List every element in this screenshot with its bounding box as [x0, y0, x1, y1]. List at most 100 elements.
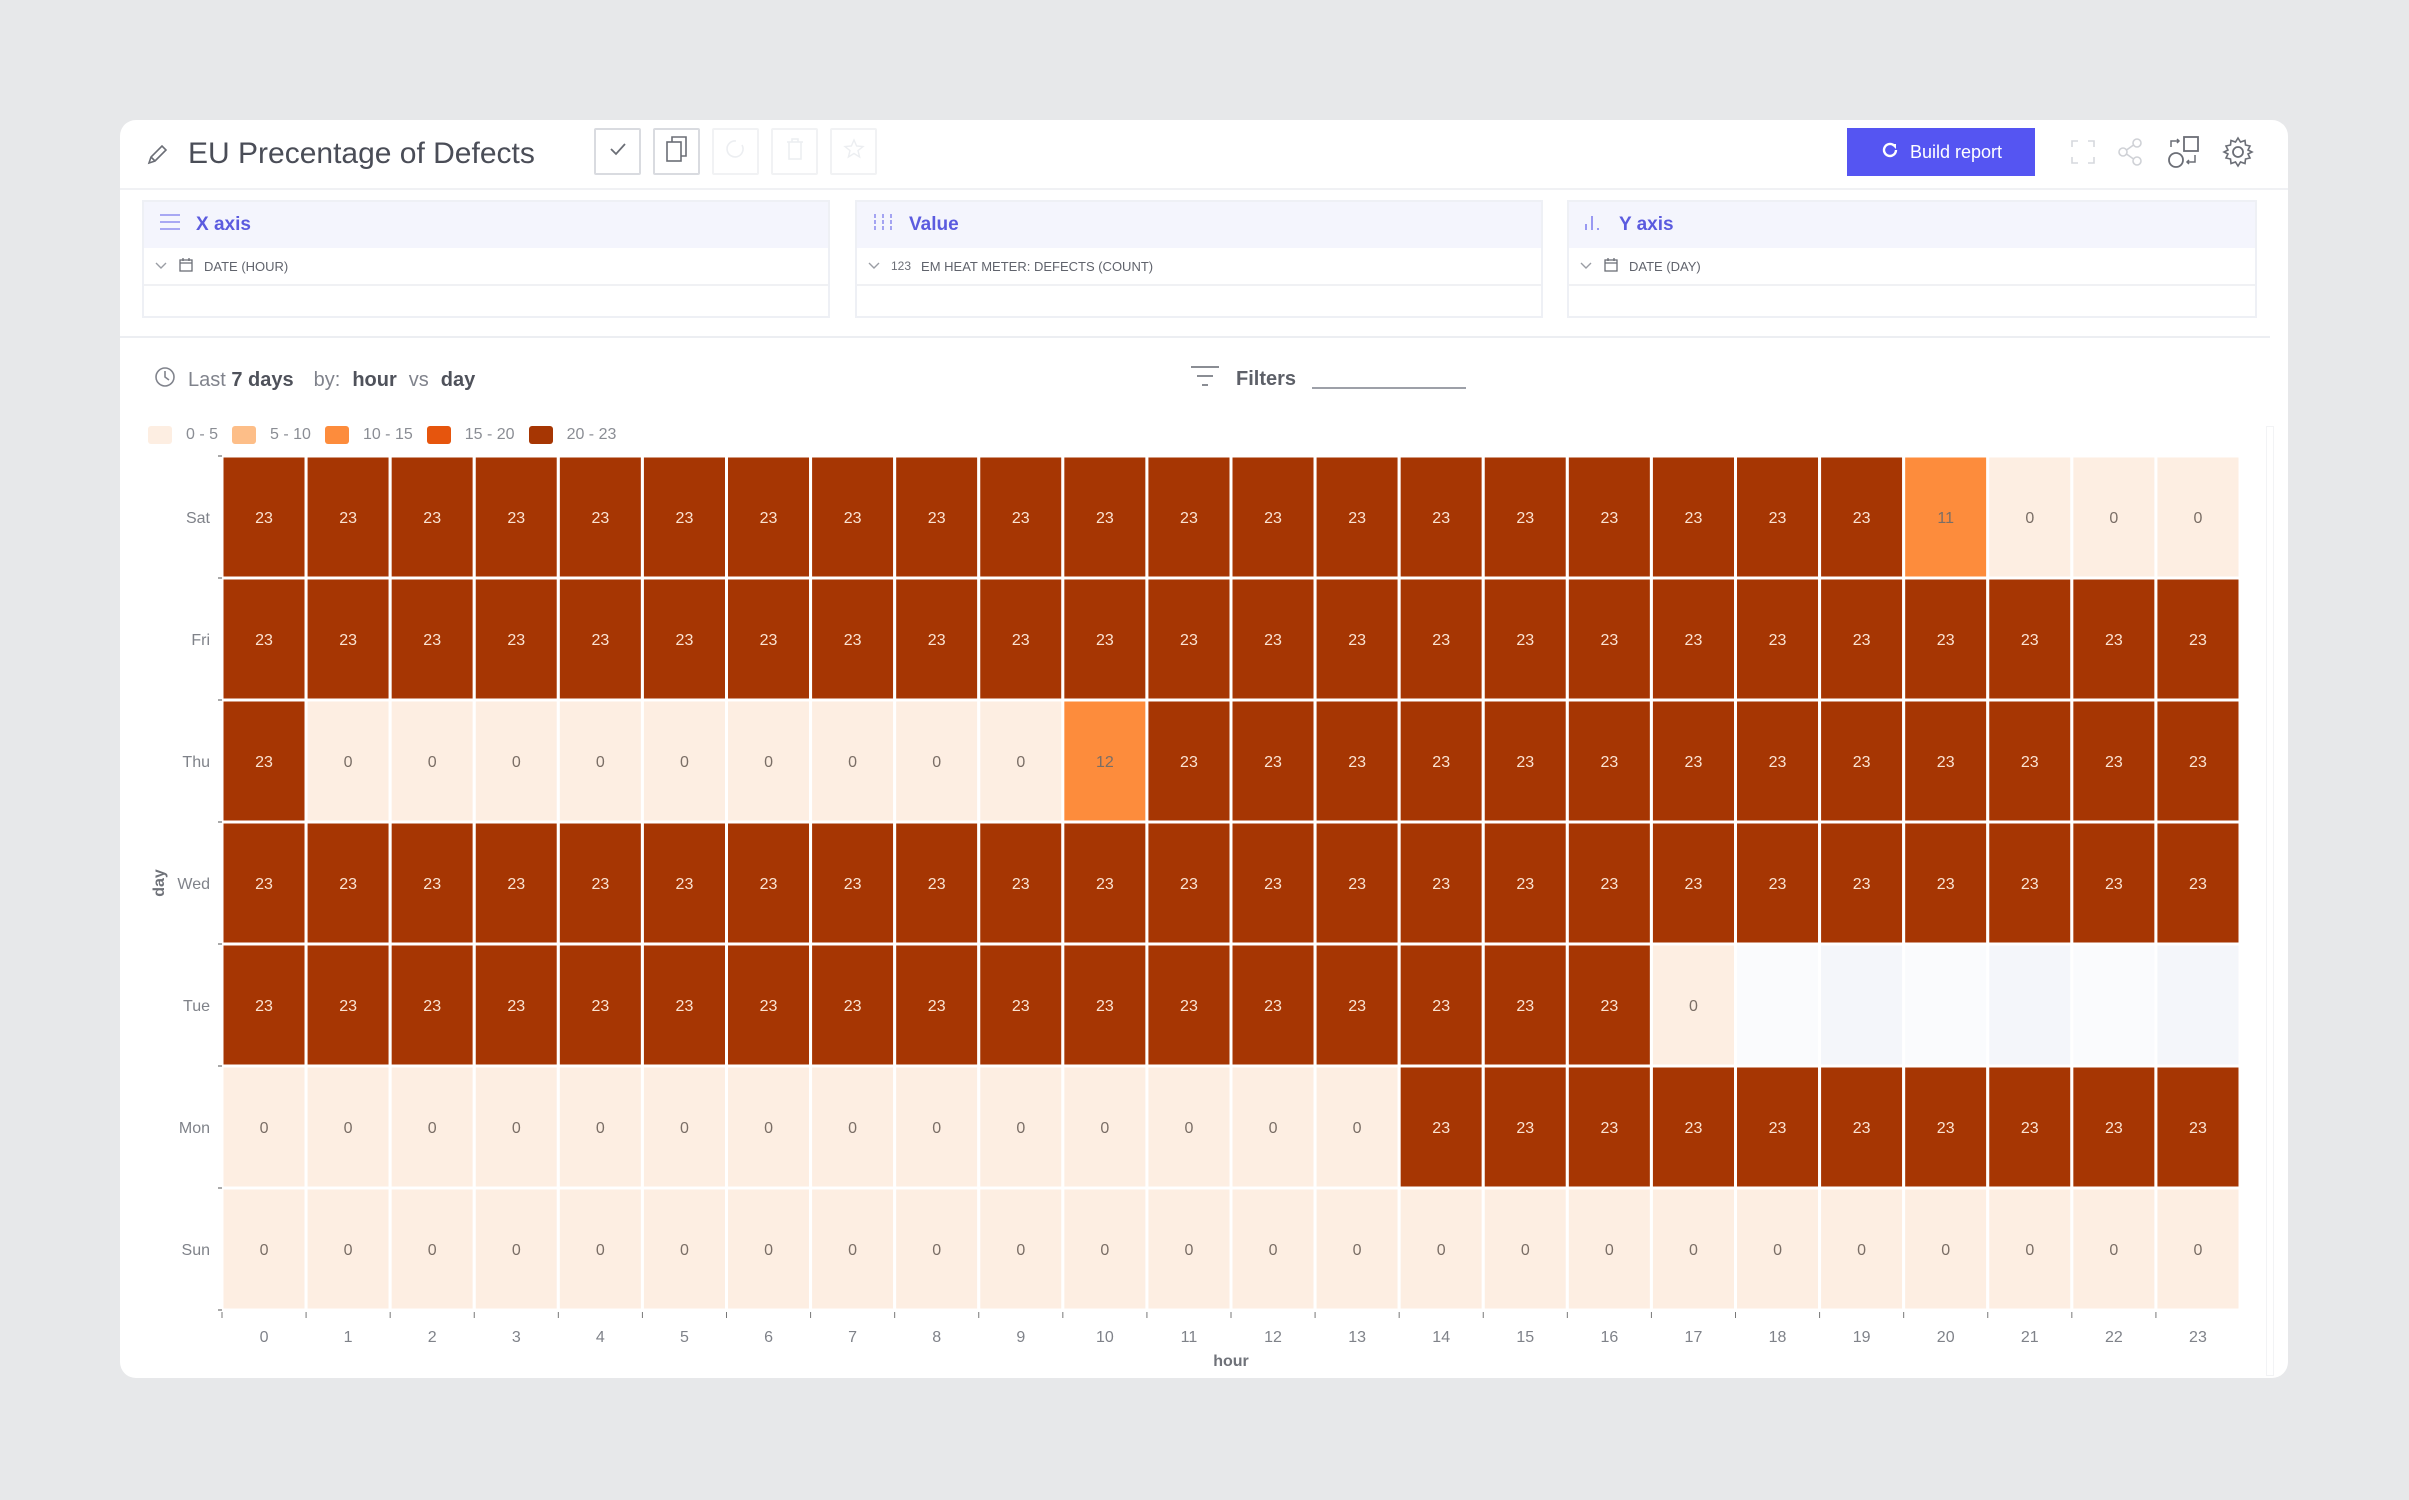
cell-value-label: 23: [507, 510, 525, 527]
cell-value-label: 0: [1016, 1120, 1025, 1137]
cell-value-label: 0: [2194, 1242, 2203, 1259]
heatmap-cell[interactable]: [2154, 942, 2242, 1068]
x-tick-label: 2: [428, 1329, 437, 1346]
cell-value-label: 0: [932, 754, 941, 771]
x-tick-label: 6: [764, 1329, 773, 1346]
cell-value-label: 23: [1685, 510, 1703, 527]
heatmap-cell[interactable]: [1902, 942, 1990, 1068]
y-tick-label: Wed: [177, 876, 210, 893]
cell-value-label: 0: [2109, 510, 2118, 527]
cell-value-label: 23: [1012, 998, 1030, 1015]
cell-value-label: 23: [928, 632, 946, 649]
cell-value-label: 0: [1689, 998, 1698, 1015]
cell-value-label: 0: [1605, 1242, 1614, 1259]
y-tick-label: Sun: [182, 1242, 210, 1259]
heatmap-cell[interactable]: [2070, 942, 2158, 1068]
cell-value-label: 23: [1264, 510, 1282, 527]
cell-value-label: 23: [760, 876, 778, 893]
cell-value-label: 0: [1521, 1242, 1530, 1259]
cell-value-label: 23: [2105, 632, 2123, 649]
heatmap-cell[interactable]: [1818, 942, 1906, 1068]
cell-value-label: 23: [760, 632, 778, 649]
cell-value-label: 0: [848, 754, 857, 771]
cell-value-label: 0: [2109, 1242, 2118, 1259]
cell-value-label: 23: [1769, 876, 1787, 893]
cell-value-label: 0: [344, 754, 353, 771]
cell-value-label: 23: [928, 876, 946, 893]
cell-value-label: 23: [1600, 632, 1618, 649]
cell-value-label: 23: [1180, 998, 1198, 1015]
cell-value-label: 23: [844, 876, 862, 893]
cell-value-label: 23: [1432, 754, 1450, 771]
cell-value-label: 0: [512, 754, 521, 771]
chart-scrollbar[interactable]: [2266, 426, 2274, 1376]
cell-value-label: 23: [1853, 632, 1871, 649]
cell-value-label: 23: [423, 998, 441, 1015]
cell-value-label: 23: [255, 998, 273, 1015]
cell-value-label: 23: [507, 632, 525, 649]
cell-value-label: 23: [1516, 510, 1534, 527]
cell-value-label: 23: [1516, 998, 1534, 1015]
cell-value-label: 23: [928, 510, 946, 527]
cell-value-label: 0: [428, 754, 437, 771]
cell-value-label: 23: [1180, 876, 1198, 893]
cell-value-label: 23: [591, 510, 609, 527]
x-tick-label: 0: [260, 1329, 269, 1346]
cell-value-label: 23: [1937, 754, 1955, 771]
cell-value-label: 0: [2025, 510, 2034, 527]
cell-value-label: 23: [2189, 754, 2207, 771]
cell-value-label: 23: [1348, 510, 1366, 527]
x-tick-label: 13: [1348, 1329, 1366, 1346]
y-axis-title: day: [151, 869, 168, 897]
cell-value-label: 0: [764, 754, 773, 771]
cell-value-label: 23: [1853, 1120, 1871, 1137]
cell-value-label: 0: [1269, 1120, 1278, 1137]
cell-value-label: 23: [928, 998, 946, 1015]
cell-value-label: 0: [932, 1120, 941, 1137]
x-tick-label: 19: [1853, 1329, 1871, 1346]
cell-value-label: 23: [1348, 632, 1366, 649]
cell-value-label: 0: [1353, 1120, 1362, 1137]
cell-value-label: 23: [1516, 632, 1534, 649]
cell-value-label: 23: [1853, 510, 1871, 527]
cell-value-label: 23: [760, 510, 778, 527]
x-tick-label: 17: [1685, 1329, 1703, 1346]
heatmap-chart: 23 23 23 23 23 23 23 23 23 23 23 23 23 23 23 23 23 23 23 23…: [151, 454, 2242, 1370]
x-tick-label: 23: [2189, 1329, 2207, 1346]
cell-value-label: 23: [591, 998, 609, 1015]
x-tick-label: 11: [1181, 1329, 1198, 1346]
cell-value-label: 0: [1269, 1242, 1278, 1259]
cell-value-label: 0: [680, 754, 689, 771]
heatmap-cell[interactable]: [1734, 942, 1822, 1068]
cell-value-label: 0: [596, 754, 605, 771]
x-tick-label: 5: [680, 1329, 689, 1346]
cell-value-label: 23: [1685, 632, 1703, 649]
cell-value-label: 23: [1853, 754, 1871, 771]
cell-value-label: 23: [1180, 632, 1198, 649]
cell-value-label: 23: [1348, 876, 1366, 893]
cell-value-label: 0: [1857, 1242, 1866, 1259]
cell-value-label: 23: [591, 632, 609, 649]
x-tick-label: 18: [1769, 1329, 1787, 1346]
cell-value-label: 0: [260, 1242, 269, 1259]
cell-value-label: 23: [1432, 510, 1450, 527]
cell-value-label: 23: [1264, 998, 1282, 1015]
cell-value-label: 23: [255, 876, 273, 893]
x-tick-label: 4: [596, 1329, 605, 1346]
cell-value-label: 0: [596, 1242, 605, 1259]
cell-value-label: 0: [1185, 1242, 1194, 1259]
x-axis-title: hour: [1213, 1353, 1249, 1370]
cell-value-label: 23: [1264, 876, 1282, 893]
cell-value-label: 0: [344, 1242, 353, 1259]
cell-value-label: 23: [255, 510, 273, 527]
cell-value-label: 23: [844, 998, 862, 1015]
cell-value-label: 23: [1769, 1120, 1787, 1137]
cell-value-label: 23: [676, 998, 694, 1015]
y-tick-label: Sat: [186, 510, 211, 527]
cell-value-label: 12: [1096, 754, 1114, 771]
cell-value-label: 23: [676, 510, 694, 527]
heatmap-cell[interactable]: [1986, 942, 2074, 1068]
cell-value-label: 23: [1937, 632, 1955, 649]
cell-value-label: 23: [1937, 1120, 1955, 1137]
cell-value-label: 23: [1937, 876, 1955, 893]
